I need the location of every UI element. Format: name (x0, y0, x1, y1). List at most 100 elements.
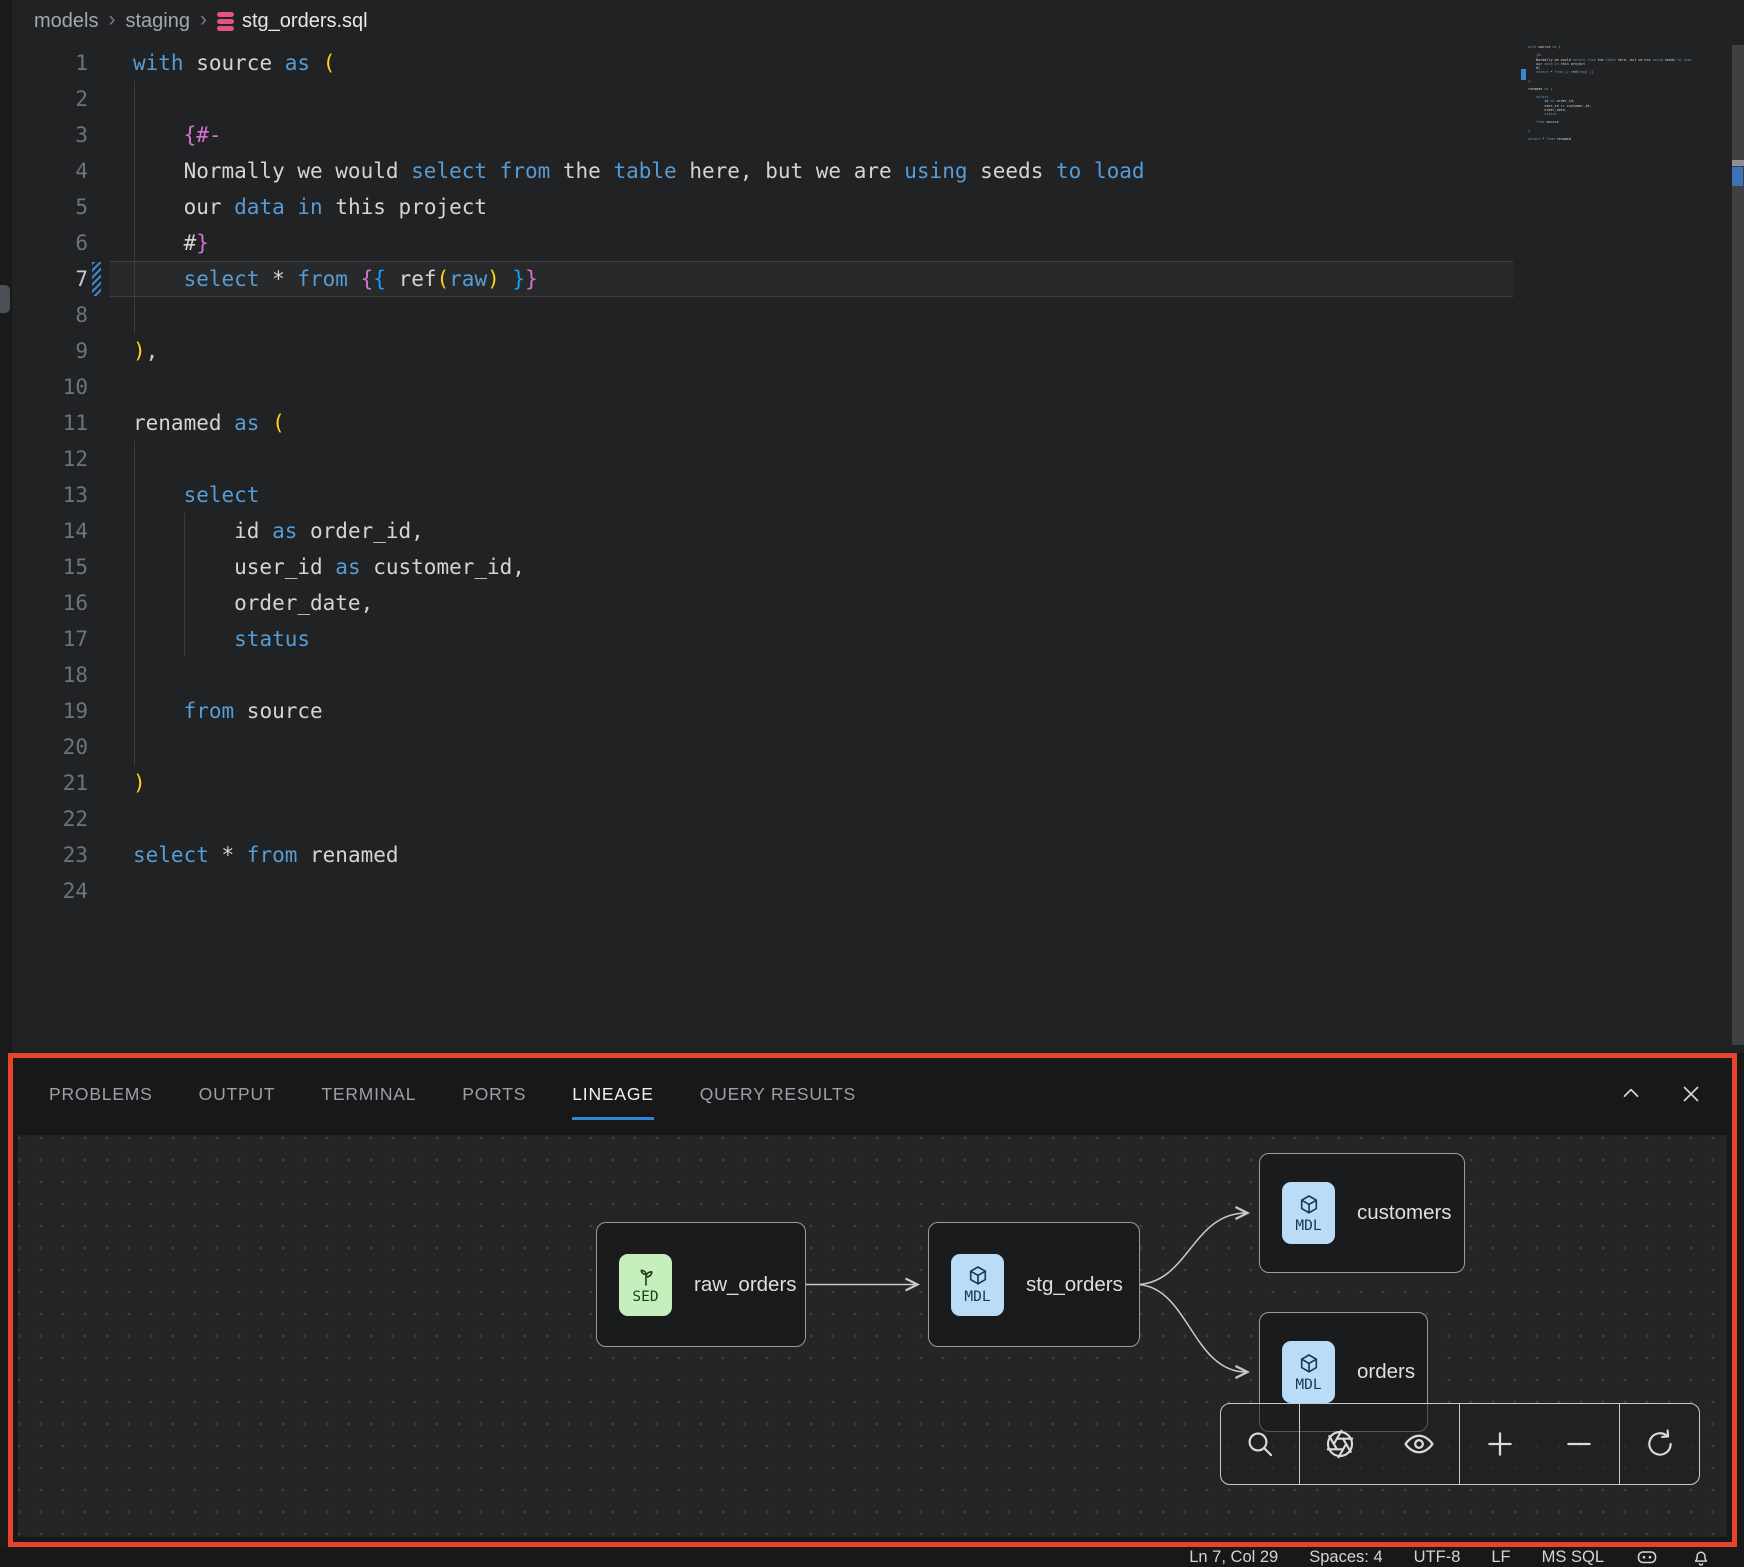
gutter-decoration (88, 369, 133, 405)
tab-ports[interactable]: PORTS (462, 1084, 526, 1105)
gutter-decoration (88, 261, 133, 297)
breadcrumb-file[interactable]: stg_orders.sql (217, 10, 368, 33)
line-number: 10 (12, 369, 88, 405)
lineage-node-customers[interactable]: MDL customers (1259, 1153, 1465, 1273)
status-encoding[interactable]: UTF-8 (1414, 1548, 1461, 1567)
code-area[interactable]: 1with source as (23 {#-4 Normally we wou… (12, 45, 1513, 909)
indent-guide (134, 693, 135, 729)
line-number: 7 (12, 261, 88, 297)
gutter-decoration (88, 477, 133, 513)
status-cursor-position[interactable]: Ln 7, Col 29 (1189, 1548, 1278, 1567)
code-text: select * from renamed (133, 837, 399, 873)
code-line-13[interactable]: 13 select (12, 477, 1513, 513)
code-text: id as order_id, (133, 513, 424, 549)
code-line-6[interactable]: 6 #} (12, 225, 1513, 261)
bell-icon[interactable] (1690, 1546, 1712, 1567)
code-text: Normally we would select from the table … (133, 153, 1145, 189)
indent-guide (134, 225, 135, 261)
line-number: 12 (12, 441, 88, 477)
badge-label: MDL (1295, 1377, 1321, 1393)
line-number: 1 (12, 45, 88, 81)
code-line-18[interactable]: 18 (12, 657, 1513, 693)
line-number: 16 (12, 585, 88, 621)
cube-icon (1297, 1352, 1321, 1376)
gutter-decoration (88, 873, 133, 909)
copilot-icon[interactable] (1635, 1545, 1659, 1567)
zoom-in-button[interactable] (1478, 1414, 1522, 1474)
panel-tab-bar: PROBLEMS OUTPUT TERMINAL PORTS LINEAGE Q… (13, 1058, 1732, 1130)
indent-guide (134, 729, 135, 765)
vscode-window: models › staging › stg_orders.sql 1with … (0, 0, 1744, 1567)
minimap-line (1528, 141, 1708, 145)
code-line-19[interactable]: 19 from source (12, 693, 1513, 729)
search-button[interactable] (1238, 1414, 1282, 1474)
status-language-mode[interactable]: MS SQL (1542, 1548, 1604, 1567)
code-line-11[interactable]: 11renamed as ( (12, 405, 1513, 441)
code-line-24[interactable]: 24 (12, 873, 1513, 909)
minimap-modified-marker (1521, 69, 1526, 80)
code-line-4[interactable]: 4 Normally we would select from the tabl… (12, 153, 1513, 189)
editor-scrollbar[interactable] (1732, 45, 1744, 1045)
code-text: status (133, 621, 310, 657)
code-line-14[interactable]: 14 id as order_id, (12, 513, 1513, 549)
aperture-button[interactable] (1318, 1414, 1362, 1474)
status-eol[interactable]: LF (1491, 1548, 1510, 1567)
code-line-1[interactable]: 1with source as ( (12, 45, 1513, 81)
lineage-node-stg-orders[interactable]: MDL stg_orders (928, 1222, 1140, 1347)
indent-guide (134, 189, 135, 225)
code-line-23[interactable]: 23select * from renamed (12, 837, 1513, 873)
sprout-icon (634, 1264, 658, 1288)
code-text: select * from {{ ref(raw) }} (133, 261, 538, 297)
code-line-12[interactable]: 12 (12, 441, 1513, 477)
code-text: our data in this project (133, 189, 487, 225)
lineage-toolbar (1220, 1403, 1700, 1485)
zoom-out-button[interactable] (1557, 1414, 1601, 1474)
breadcrumb-item-staging[interactable]: staging (125, 10, 190, 33)
line-number: 14 (12, 513, 88, 549)
node-label: customers (1357, 1201, 1452, 1225)
model-badge: MDL (1282, 1182, 1335, 1244)
code-line-8[interactable]: 8 (12, 297, 1513, 333)
tab-terminal[interactable]: TERMINAL (321, 1084, 416, 1105)
gutter-decoration (88, 621, 133, 657)
tab-query-results[interactable]: QUERY RESULTS (700, 1084, 856, 1105)
eye-icon (1402, 1427, 1436, 1461)
status-bar: Ln 7, Col 29 Spaces: 4 UTF-8 LF MS SQL (0, 1547, 1744, 1567)
code-line-9[interactable]: 9), (12, 333, 1513, 369)
close-panel-icon[interactable] (1678, 1081, 1704, 1107)
tab-problems[interactable]: PROBLEMS (49, 1084, 153, 1105)
indent-guide (134, 441, 135, 477)
code-text: order_date, (133, 585, 373, 621)
code-line-16[interactable]: 16 order_date, (12, 585, 1513, 621)
activity-indicator[interactable] (0, 285, 10, 313)
indent-guide (134, 621, 135, 657)
line-number: 11 (12, 405, 88, 441)
indent-guide (134, 117, 135, 153)
code-line-7[interactable]: 7 select * from {{ ref(raw) }} (12, 261, 1513, 297)
code-line-22[interactable]: 22 (12, 801, 1513, 837)
breadcrumb-item-models[interactable]: models (34, 10, 98, 33)
tab-lineage[interactable]: LINEAGE (572, 1084, 653, 1105)
code-line-21[interactable]: 21) (12, 765, 1513, 801)
gutter-decoration (88, 117, 133, 153)
refresh-button[interactable] (1638, 1414, 1682, 1474)
code-line-10[interactable]: 10 (12, 369, 1513, 405)
minimap[interactable]: with source as ( {#- Normally we would s… (1528, 45, 1708, 146)
code-line-3[interactable]: 3 {#- (12, 117, 1513, 153)
gutter-decoration (88, 297, 133, 333)
code-line-5[interactable]: 5 our data in this project (12, 189, 1513, 225)
maximize-panel-icon[interactable] (1618, 1081, 1644, 1107)
cube-icon (966, 1264, 990, 1288)
code-line-17[interactable]: 17 status (12, 621, 1513, 657)
tab-output[interactable]: OUTPUT (199, 1084, 276, 1105)
search-icon (1244, 1428, 1276, 1460)
eye-button[interactable] (1397, 1414, 1441, 1474)
code-line-15[interactable]: 15 user_id as customer_id, (12, 549, 1513, 585)
badge-label: MDL (964, 1289, 990, 1305)
lineage-node-raw-orders[interactable]: SED raw_orders (596, 1222, 806, 1347)
status-indentation[interactable]: Spaces: 4 (1309, 1548, 1382, 1567)
code-line-20[interactable]: 20 (12, 729, 1513, 765)
code-line-2[interactable]: 2 (12, 81, 1513, 117)
minus-icon (1562, 1427, 1596, 1461)
indent-guide (134, 477, 135, 513)
